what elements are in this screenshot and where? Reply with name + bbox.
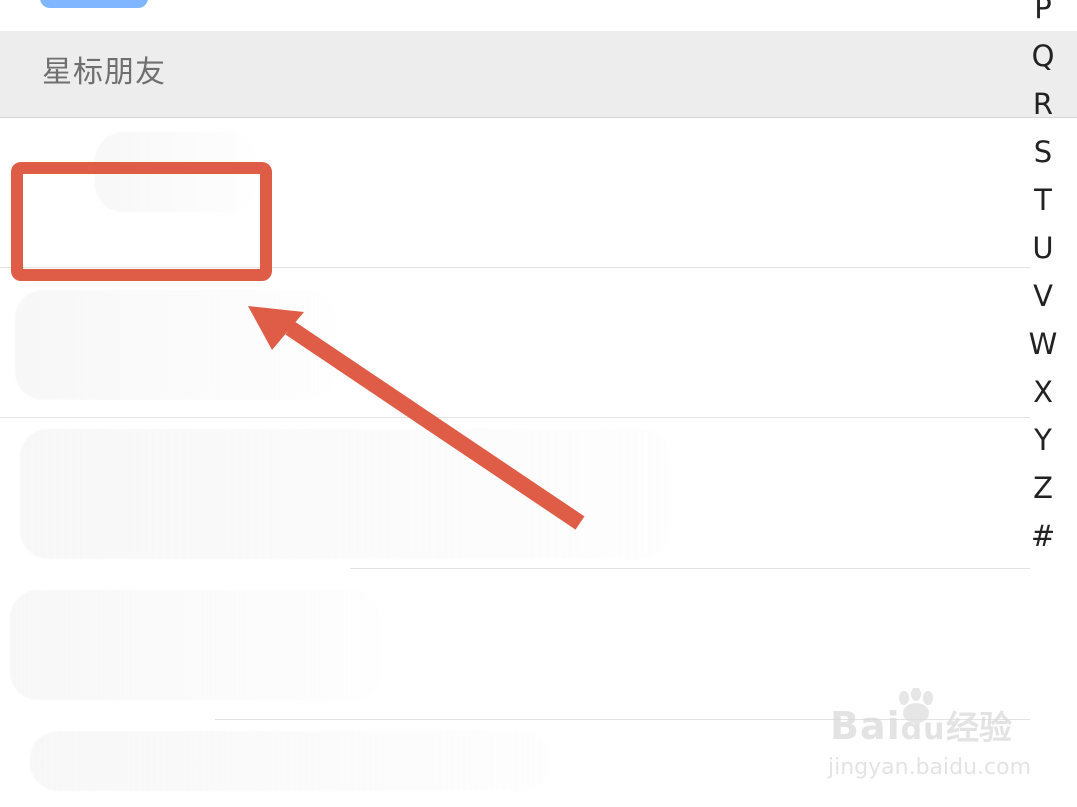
section-header-starred: 星标朋友 — [0, 31, 1077, 118]
index-letter[interactable]: # — [1023, 520, 1063, 552]
contacts-screen: 星标朋友 P Q R S T U V W X Y Z # Baidu 经验 ji… — [0, 0, 1077, 807]
alphabet-index[interactable]: P Q R S T U V W X Y Z # — [1023, 0, 1077, 570]
watermark-brand-main: Bai — [830, 704, 901, 748]
contact-row[interactable] — [0, 268, 1030, 418]
blurred-contact-area — [30, 731, 550, 791]
row-divider — [0, 417, 1030, 418]
contact-row[interactable] — [0, 419, 1030, 569]
blue-action-pill[interactable] — [40, 0, 148, 8]
index-letter[interactable]: Y — [1023, 424, 1063, 456]
index-letter[interactable]: S — [1023, 136, 1063, 168]
blurred-contact-area — [20, 429, 670, 559]
index-letter[interactable]: V — [1023, 280, 1063, 312]
watermark-url: jingyan.baidu.com — [828, 755, 1032, 780]
index-letter[interactable]: Z — [1023, 472, 1063, 504]
blurred-contact-area — [10, 590, 380, 700]
paw-icon — [899, 688, 933, 723]
index-letter[interactable]: W — [1023, 328, 1063, 360]
index-letter[interactable]: P — [1023, 0, 1063, 24]
index-letter[interactable]: R — [1023, 88, 1063, 120]
index-letter[interactable]: T — [1023, 184, 1063, 216]
blurred-contact-area — [15, 290, 335, 400]
index-letter[interactable]: U — [1023, 232, 1063, 264]
section-title: 星标朋友 — [42, 55, 166, 90]
index-letter[interactable]: X — [1023, 376, 1063, 408]
row-divider — [350, 568, 1030, 569]
baidu-watermark: Baidu 经验 jingyan.baidu.com — [822, 688, 1042, 788]
index-letter[interactable]: Q — [1023, 40, 1063, 72]
top-list-strip — [0, 0, 1077, 32]
red-box-icon — [11, 162, 272, 281]
watermark-chinese: 经验 — [946, 708, 1012, 747]
